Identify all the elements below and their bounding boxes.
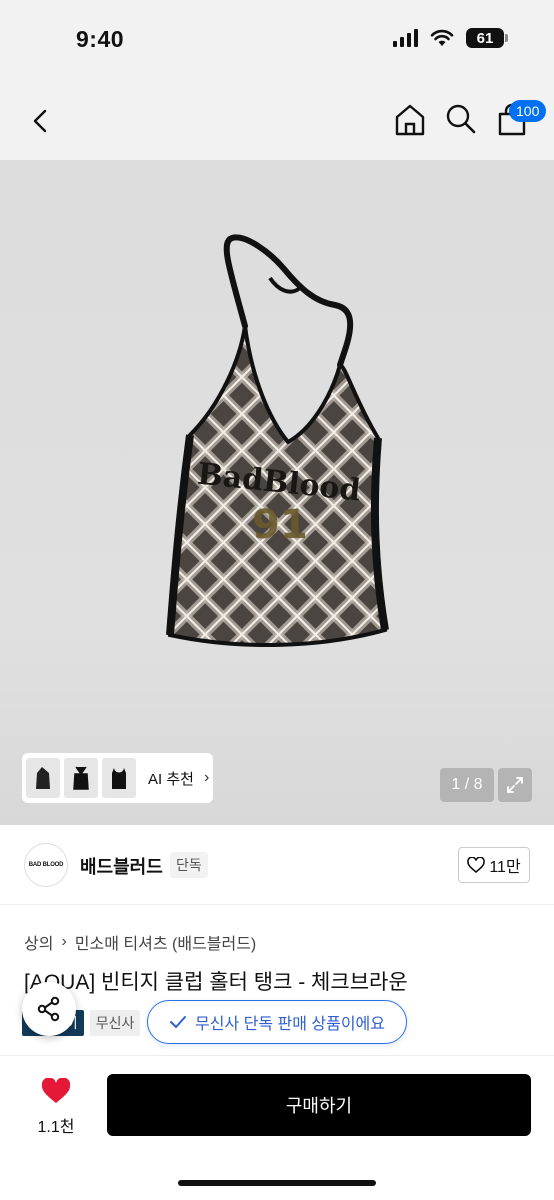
product-image: BadBlood 91 bbox=[166, 234, 389, 647]
thumbnail[interactable] bbox=[26, 758, 60, 798]
nav-bar bbox=[0, 84, 554, 160]
print-number: 91 bbox=[252, 502, 308, 548]
cart-badge[interactable]: 100 bbox=[509, 100, 547, 122]
wishlist-button[interactable]: 1.1천 bbox=[28, 1077, 84, 1137]
check-icon bbox=[170, 1016, 186, 1028]
heart-filled-icon bbox=[41, 1077, 71, 1103]
chevron-left-icon[interactable] bbox=[24, 104, 58, 138]
heart-outline-icon bbox=[467, 857, 486, 873]
home-indicator[interactable] bbox=[178, 1180, 376, 1186]
product-title: [AQUA] 빈티지 클럽 홀터 탱크 - 체크브라운 bbox=[24, 971, 408, 994]
breadcrumb: 상의 › 민소매 티셔츠 (배드블러드) bbox=[24, 930, 256, 954]
thumbnail[interactable] bbox=[64, 758, 98, 798]
ai-recommend-label[interactable]: AI 추천 bbox=[148, 768, 194, 789]
share-icon bbox=[37, 996, 60, 1022]
breadcrumb-level2[interactable]: 민소매 티셔츠 (배드블러드) bbox=[75, 930, 256, 954]
bottom-bar: 1.1천 구매하기 bbox=[0, 1055, 554, 1200]
page-counter: 1 / 8 bbox=[440, 768, 494, 802]
signal-icon bbox=[393, 29, 418, 47]
battery-level: 61 bbox=[466, 28, 504, 48]
status-time: 9:40 bbox=[76, 26, 125, 52]
share-button[interactable] bbox=[22, 982, 76, 1036]
status-bar: 9:40 61 bbox=[0, 0, 554, 84]
wishlist-count: 1.1천 bbox=[37, 1119, 75, 1136]
exclusive-badge: 단독 bbox=[170, 852, 208, 878]
status-icons: 61 bbox=[393, 28, 508, 48]
home-icon[interactable] bbox=[392, 102, 428, 138]
breadcrumb-level1[interactable]: 상의 bbox=[24, 930, 53, 954]
battery-icon: 61 bbox=[466, 28, 508, 48]
brand-like-button[interactable]: 11만 bbox=[458, 847, 530, 883]
brand-row: BAD BLOOD 배드블러드 단독 11만 bbox=[0, 825, 554, 905]
buy-button[interactable]: 구매하기 bbox=[107, 1074, 531, 1136]
expand-icon[interactable] bbox=[498, 768, 532, 802]
store-tag: 무신사 bbox=[89, 1010, 141, 1036]
search-icon[interactable] bbox=[444, 102, 478, 136]
brand-like-count: 11만 bbox=[489, 859, 521, 876]
toast-text: 무신사 단독 판매 상품이에요 bbox=[195, 1016, 385, 1033]
chevron-right-icon: › bbox=[61, 933, 67, 950]
thumbnail[interactable] bbox=[102, 758, 136, 798]
exclusive-toast: 무신사 단독 판매 상품이에요 bbox=[147, 1000, 407, 1044]
ai-recommend-strip[interactable]: AI 추천 › bbox=[22, 753, 213, 803]
product-image-gallery[interactable]: BadBlood 91 AI 추천 › 1 / 8 bbox=[0, 160, 554, 825]
wifi-icon bbox=[430, 29, 454, 46]
brand-name[interactable]: 배드블러드 bbox=[80, 853, 163, 879]
brand-logo[interactable]: BAD BLOOD bbox=[24, 843, 68, 887]
chevron-right-icon: › bbox=[203, 769, 210, 786]
